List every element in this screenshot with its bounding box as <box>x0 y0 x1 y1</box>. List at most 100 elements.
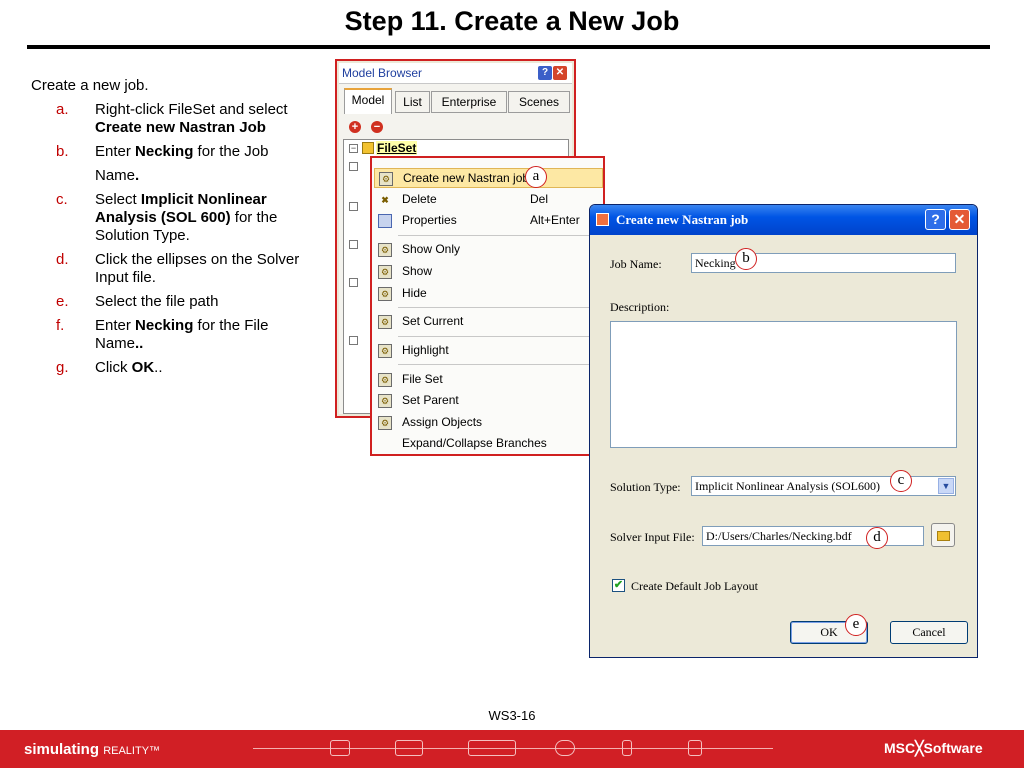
callout-c: c <box>890 470 912 492</box>
tree-node-fileset[interactable]: FileSet <box>376 141 418 155</box>
menu-item-label: Show <box>402 264 433 278</box>
train-icon <box>468 740 516 756</box>
menu-item-label: Highlight <box>402 343 449 357</box>
intro-text: Create a new job. <box>31 77 149 94</box>
close-icon[interactable]: ✕ <box>949 209 970 230</box>
job-name-label: Job Name: <box>610 257 662 271</box>
step-text: for the File <box>193 317 269 334</box>
context-menu: ⚙ Create new Nastran job ✖ Delete Del Pr… <box>370 156 605 456</box>
browse-button[interactable] <box>931 523 955 547</box>
step-text: for the Job <box>193 143 269 160</box>
step-text: Name <box>95 167 136 184</box>
expand-icon[interactable] <box>349 240 358 249</box>
step-f: f. Enter Necking for the File Name.. <box>56 317 326 353</box>
menu-item-label: File Set <box>402 372 443 386</box>
step-letter: g. <box>56 359 69 376</box>
dialog-title: Create new Nastran job <box>616 212 749 227</box>
properties-icon <box>378 214 392 228</box>
menu-item-set-parent[interactable]: ⚙ Set Parent <box>374 391 603 411</box>
solution-type-value: Implicit Nonlinear Analysis (SOL600) <box>695 479 880 493</box>
remove-icon[interactable]: − <box>371 121 383 133</box>
step-bold: Create new Nastran Job <box>95 119 266 136</box>
expand-icon[interactable] <box>349 336 358 345</box>
gear-icon: ⚙ <box>379 172 393 186</box>
gear-icon: ⚙ <box>378 287 392 301</box>
solver-input-field[interactable]: D:/Users/Charles/Necking.bdf <box>702 526 924 546</box>
page-number: WS3-16 <box>488 708 536 723</box>
tab-enterprise[interactable]: Enterprise <box>431 91 507 113</box>
help-icon[interactable]: ? <box>925 209 946 230</box>
slide-title: Step 11. Create a New Job <box>344 6 680 36</box>
gear-icon: ⚙ <box>378 265 392 279</box>
menu-item-label: Set Current <box>402 314 464 328</box>
step-letter: c. <box>56 191 68 208</box>
expand-icon[interactable] <box>349 202 358 211</box>
callout-a: a <box>525 166 547 188</box>
menu-item-label: Expand/Collapse Branches <box>402 436 547 450</box>
menu-item-label: Show Only <box>402 242 461 256</box>
person-icon <box>688 740 702 756</box>
step-letter: f. <box>56 317 65 334</box>
add-icon[interactable]: + <box>349 121 361 133</box>
step-text: Enter <box>95 317 136 334</box>
tab-list[interactable]: List <box>395 91 430 113</box>
menu-item-create-nastran-job[interactable]: ⚙ Create new Nastran job <box>374 168 603 188</box>
menu-item-delete[interactable]: ✖ Delete Del <box>374 190 603 210</box>
expand-icon[interactable] <box>349 162 358 171</box>
car-icon <box>395 740 423 756</box>
folder-icon <box>937 531 950 541</box>
default-layout-label: Create Default Job Layout <box>631 579 758 593</box>
menu-item-show-only[interactable]: ⚙ Show Only <box>374 240 603 260</box>
tagline-text: simulating <box>24 741 100 758</box>
step-text: Right-click FileSet and select <box>95 101 288 118</box>
step-letter: a. <box>56 101 69 118</box>
callout-b: b <box>735 248 757 270</box>
step-text: Click <box>95 359 132 376</box>
gear-icon: ⚙ <box>378 344 392 358</box>
dialog-titlebar[interactable]: Create new Nastran job ? ✕ <box>590 205 977 235</box>
collapse-icon[interactable]: − <box>349 144 358 153</box>
menu-item-show[interactable]: ⚙ Show <box>374 262 603 282</box>
menu-item-label: Delete <box>402 192 437 206</box>
gear-icon: ⚙ <box>378 315 392 329</box>
menu-item-hide[interactable]: ⚙ Hide <box>374 284 603 304</box>
help-icon[interactable]: ? <box>538 66 552 80</box>
menu-item-set-current[interactable]: ⚙ Set Current <box>374 312 603 332</box>
callout-e: e <box>845 614 867 636</box>
close-icon[interactable]: ✕ <box>553 66 567 80</box>
step-b: b. Enter Necking for the Job Name. <box>56 143 326 185</box>
step-bold: OK <box>131 359 155 376</box>
step-letter: e. <box>56 293 69 310</box>
msc-software-logo: MSC╳Software <box>884 740 983 756</box>
menu-item-label: Create new Nastran job <box>403 171 530 185</box>
description-textarea[interactable] <box>610 321 957 448</box>
cancel-button[interactable]: Cancel <box>890 621 968 644</box>
step-bold: . <box>135 167 140 184</box>
model-browser-titlebar[interactable]: Model Browser ? ✕ <box>339 63 572 84</box>
gear-icon: ⚙ <box>378 373 392 387</box>
solver-input-label: Solver Input File: <box>610 530 695 544</box>
callout-d: d <box>866 527 888 549</box>
job-name-input[interactable]: Necking <box>691 253 956 273</box>
solution-type-label: Solution Type: <box>610 480 681 494</box>
step-bold: .. <box>135 335 144 352</box>
step-letter: d. <box>56 251 69 268</box>
menu-item-file-set[interactable]: ⚙ File Set <box>374 370 603 390</box>
step-text: Enter <box>95 143 136 160</box>
footer-bar: simulating REALITY™ MSC╳Software <box>0 730 1024 768</box>
menu-item-properties[interactable]: Properties Alt+Enter <box>374 211 603 231</box>
menu-item-assign-objects[interactable]: ⚙ Assign Objects <box>374 413 603 433</box>
menu-separator <box>398 336 601 337</box>
solution-type-select[interactable]: Implicit Nonlinear Analysis (SOL600) ▼ <box>691 476 956 496</box>
title-divider <box>27 45 990 49</box>
default-layout-checkbox[interactable]: ✔ <box>612 579 625 592</box>
tab-scenes[interactable]: Scenes <box>508 91 570 113</box>
tab-model[interactable]: Model <box>344 88 392 114</box>
menu-item-highlight[interactable]: ⚙ Highlight <box>374 341 603 361</box>
expand-icon[interactable] <box>349 278 358 287</box>
step-e: e. Select the file path <box>56 293 326 311</box>
model-browser-title: Model Browser <box>342 66 423 80</box>
step-text: .. <box>154 359 163 376</box>
menu-item-expand-collapse[interactable]: Expand/Collapse Branches <box>374 434 603 454</box>
chevron-down-icon[interactable]: ▼ <box>938 478 954 494</box>
